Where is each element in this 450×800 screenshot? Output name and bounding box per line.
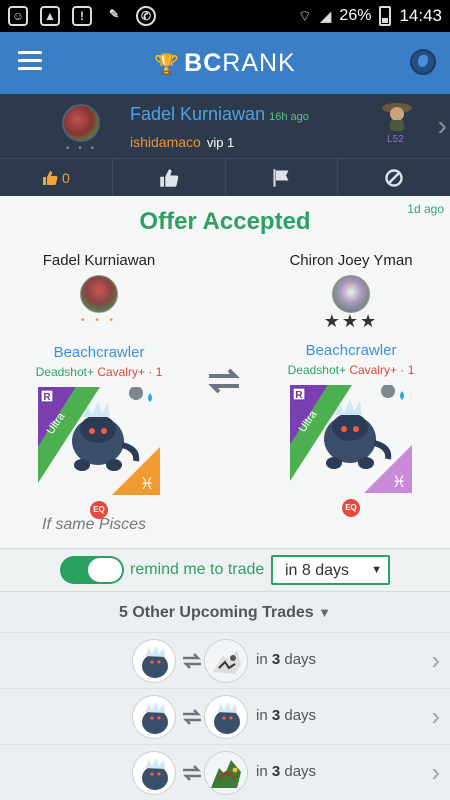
trophy-icon: 🏆: [154, 54, 181, 76]
remind-toggle[interactable]: [60, 556, 124, 584]
user-name-text: Fadel Kurniawan: [130, 104, 266, 124]
thumbs-up-icon: [159, 168, 178, 187]
swap-arrows-icon: [183, 709, 201, 725]
upcoming-title: 5 Other Upcoming Trades: [118, 604, 314, 621]
like-button[interactable]: [113, 159, 226, 196]
chevron-right-icon[interactable]: ›: [431, 701, 440, 732]
battery-icon: [379, 6, 392, 26]
app-bar: 🏆 BCRANK: [0, 32, 450, 94]
level-monster-icon: [382, 103, 412, 131]
upcoming-trades-header[interactable]: 5 Other Upcoming Trades ▼: [0, 604, 450, 622]
monster-card[interactable]: R Ultra ♓: [290, 385, 412, 493]
flag-icon: [273, 168, 289, 187]
chevron-right-icon[interactable]: ›: [431, 757, 440, 788]
level-badge: L52: [387, 134, 404, 145]
skill-green: Deadshot+: [35, 365, 94, 379]
rank-dots: • • •: [80, 315, 118, 326]
avatar[interactable]: [62, 104, 100, 142]
vip-badge: vip 1: [206, 135, 235, 150]
user-handle-row: ishidamaco vip 1: [130, 134, 234, 150]
skill-red: Cavalry+ · 1: [349, 363, 415, 377]
svg-text:♓: ♓: [392, 472, 406, 491]
brand-logo: 🏆 BCRANK: [154, 49, 296, 77]
monster-skills: Deadshot+ Cavalry+ · 1: [256, 363, 446, 377]
battery-percent: 26%: [339, 7, 372, 24]
status-bar: ☺ ▲ ! ✎ ✆ ⌔ ◢ 26% 14:43: [0, 0, 450, 32]
likes-count: 0: [61, 169, 70, 186]
rank-dots: • • •: [66, 143, 98, 154]
monster-name[interactable]: Beachcrawler: [256, 342, 446, 359]
whatsapp-icon: ✆: [136, 6, 156, 26]
monster-thumb: [132, 751, 176, 795]
user-handle: ishidamaco: [130, 134, 201, 150]
player-name[interactable]: Fadel Kurniawan: [4, 252, 194, 269]
signal-icon: ◢: [319, 8, 332, 25]
remind-select-value: in 8 days: [285, 562, 350, 579]
svg-text:♓: ♓: [140, 474, 154, 493]
avatar[interactable]: [332, 275, 370, 313]
action-bar: 0: [0, 158, 450, 196]
offer-title: Offer Accepted: [139, 208, 311, 235]
trade-eta: in 3 days: [256, 651, 317, 668]
wifi-icon: ⌔: [297, 7, 312, 25]
user-name[interactable]: Fadel Kurniawan 16h ago: [130, 104, 309, 125]
clock: 14:43: [399, 6, 442, 25]
rank-stars: ★★★: [323, 311, 379, 331]
monster-card-art: R Ultra ♓: [38, 387, 160, 495]
notification-icons: ☺ ▲ ! ✎ ✆: [8, 6, 156, 26]
trade-eta: in 3 days: [256, 763, 317, 780]
avatar[interactable]: [80, 275, 118, 313]
monster-skills: Deadshot+ Cavalry+ · 1: [4, 365, 194, 379]
globe-icon[interactable]: [410, 49, 436, 75]
upcoming-trade-row[interactable]: in 3 days ›: [0, 688, 450, 744]
monster-card[interactable]: R Ultra ♓: [38, 387, 160, 495]
image-icon: ▲: [40, 6, 60, 26]
remind-label: remind me to trade: [130, 561, 265, 578]
offer-side-right: Chiron Joey Yman ★★★ Beachcrawler Deadsh…: [256, 252, 446, 517]
upcoming-trade-row[interactable]: in 3 days ›: [0, 632, 450, 688]
caret-down-icon: ▼: [318, 605, 332, 620]
remind-row: remind me to trade in 8 days ▼: [0, 548, 450, 592]
monster-thumb: [132, 695, 176, 739]
eq-badge: EQ: [342, 499, 360, 517]
cleaner-icon: ✎: [108, 7, 120, 21]
monster-thumb: [132, 639, 176, 683]
swap-arrows-icon: [183, 653, 201, 669]
upcoming-trade-row[interactable]: in 3 days ›: [0, 744, 450, 800]
thumbs-up-icon: [42, 170, 58, 185]
monster-card-art: R Ultra ♓: [290, 385, 412, 493]
monster-thumb: [204, 751, 248, 795]
remind-select[interactable]: in 8 days ▼: [271, 555, 390, 585]
monster-thumb: [204, 639, 248, 683]
report-button[interactable]: [226, 159, 339, 196]
offer-side-left: Fadel Kurniawan • • • Beachcrawler Deads…: [4, 252, 194, 519]
player-name[interactable]: Chiron Joey Yman: [256, 252, 446, 269]
dropdown-arrow-icon: ▼: [371, 564, 382, 576]
trade-eta: in 3 days: [256, 707, 317, 724]
skill-red: Cavalry+ · 1: [97, 365, 163, 379]
monster-thumb: [204, 695, 248, 739]
alert-icon: !: [72, 6, 92, 26]
bbm-icon: ☺: [8, 6, 28, 26]
rarity-letter: R: [43, 392, 51, 403]
post-time: 16h ago: [269, 111, 309, 123]
rarity-letter: R: [295, 390, 303, 401]
monster-name[interactable]: Beachcrawler: [4, 344, 194, 361]
chevron-right-icon[interactable]: ›: [431, 645, 440, 676]
chevron-right-icon[interactable]: ›: [438, 110, 447, 142]
swap-arrows-icon: [183, 765, 201, 781]
user-header[interactable]: • • • Fadel Kurniawan 16h ago ishidamaco v…: [0, 94, 450, 158]
skill-green: Deadshot+: [287, 363, 346, 377]
offer-card: 1d ago Offer Accepted Fadel Kurniawan • …: [0, 196, 450, 548]
block-button[interactable]: [338, 159, 450, 196]
likes-button[interactable]: 0: [0, 159, 113, 196]
offer-note: If same Pisces: [42, 516, 147, 533]
swap-arrows-icon: [208, 368, 240, 394]
block-icon: [385, 168, 403, 187]
